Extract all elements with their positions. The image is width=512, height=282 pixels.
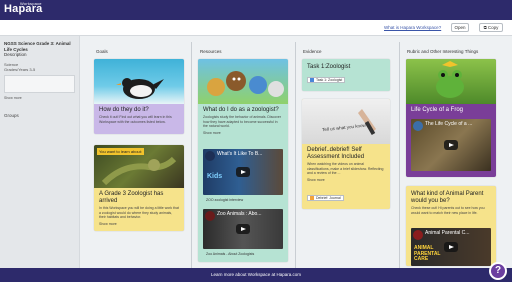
video-thumbnail[interactable]: Zoo Animals : Abo... [203,209,283,249]
copy-icon: ⧉ [483,25,487,30]
doc-attachment[interactable]: Debrief: Journal [307,195,344,201]
video-caption: ZOO zoologist interview [206,198,244,202]
play-button-icon[interactable] [444,242,458,252]
video-title: Zoo Animals : Abo... [217,211,262,217]
doc-attachment-label: Debrief: Journal [316,195,341,200]
copy-button[interactable]: ⧉ Copy [479,23,503,32]
show-more-link[interactable]: Show more [307,178,385,182]
rubric-card-frog[interactable]: Life Cycle of a Frog The Life Cycle of a… [406,59,496,177]
evidence-card-task1[interactable]: Task 1:Zoologist Task 1: Zoologist [302,59,390,91]
column-divider [399,42,400,268]
copy-label: Copy [487,25,499,30]
goal-card-title: How do they do it? [99,107,149,113]
channel-avatar [205,211,215,221]
channel-avatar [205,151,215,161]
video-title: What's It Like To B... [217,151,263,157]
column-title-rubric: Rubric and Other Interesting Things [407,49,479,54]
doc-icon [310,78,314,82]
video-title: Animal Parental C... [425,230,470,236]
show-more-link[interactable]: Show more [203,131,283,135]
what-is-workspace-link[interactable]: What is Hapara Workspace? [384,25,441,30]
workspace-sidebar: NGSS Science Grade 3: Animal Life Cycles… [0,36,80,268]
column-divider [191,42,192,268]
evidence-card-body: When watching the videos on animal class… [307,162,384,175]
rubric-card-body: Check these out! Hi parents out to see h… [411,206,485,215]
channel-avatar [413,121,423,131]
goal-card-body: In this Workspace you will be doing a li… [99,206,179,219]
play-button-icon[interactable] [236,167,250,177]
column-title-resources: Resources [200,49,222,54]
cartoon-animals-illustration [207,71,284,97]
grades-label: Grades/Years 3-5 [4,66,36,72]
hand-marker-illustration [358,109,376,136]
channel-avatar [413,230,423,240]
evidence-card-debrief[interactable]: Tell us what you know Debrief..debrief! … [302,99,390,209]
logo-sub: Workspace [20,1,42,6]
top-bar: Workspace Hapara [0,0,512,20]
column-title-goals: Goals [96,49,108,54]
rubric-card-title: Life Cycle of a Frog [411,107,464,113]
resource-card-body: Zoologists study the behavior of animals… [203,115,282,128]
video-caption: Zoo Animals - About Zoologists [206,252,255,256]
evidence-card-title: Task 1:Zoologist [307,64,351,70]
kids-badge: Kids [207,173,223,180]
goal-card-body: Check it out! Find out what you will lea… [99,115,172,124]
doc-icon [310,196,314,200]
open-label: Open [454,25,466,30]
column-divider [295,42,296,268]
task-attachment-label: Task 1: Zoologist [316,77,343,82]
penguin-image [94,59,184,104]
cartoon-animals-image [198,59,288,104]
open-button[interactable]: Open [451,23,469,32]
goal-card-title: A Grade 3 Zoologist has arrived [99,191,164,204]
play-button-icon[interactable] [236,224,250,234]
frog-image [406,59,496,104]
evidence-card-title: Debrief..debrief! Self Assessment Includ… [307,147,365,160]
learn-banner: You want to learn about: [97,148,144,155]
video-thumbnail[interactable]: What's It Like To B... Kids [203,149,283,195]
description-box [4,74,75,93]
workspace-toolbar: What is Hapara Workspace? Open ⧉ Copy [0,20,512,36]
video-thumbnail[interactable]: Animal Parental C... ANIMAL PARENTAL CAR… [411,228,491,266]
whiteboard-image: Tell us what you know [302,99,390,144]
show-more-link[interactable]: Show more [99,222,179,226]
workspace-title: NGSS Science Grade 3: Animal Life Cycles [4,41,71,52]
goal-card-zoologist[interactable]: You want to learn about: A Grade 3 Zoolo… [94,145,184,231]
resource-card-zoologist[interactable]: What do I do as a zoologist? Zoologists … [198,59,288,262]
video-title: The Life Cycle of a ... [425,121,473,127]
groups-label[interactable]: Groups [4,113,75,118]
resource-card-title: What do I do as a zoologist? [203,107,279,113]
frog-illustration [436,61,464,98]
play-button-icon[interactable] [444,140,458,150]
penguin-illustration [116,78,164,99]
parental-care-badge: ANIMAL PARENTAL CARE [414,245,441,262]
video-thumbnail[interactable]: The Life Cycle of a ... [411,119,491,171]
help-icon[interactable]: ? [489,262,507,280]
iguana-image: You want to learn about: [94,145,184,188]
description-label: Description [4,52,27,57]
rubric-card-title: What kind of Animal Parent would you be? [411,191,484,204]
rubric-card-parent[interactable]: What kind of Animal Parent would you be?… [406,186,496,266]
footer-text[interactable]: Learn more about Workspace at Hapara.com [0,272,512,277]
show-more-link[interactable]: Show more [4,96,75,100]
hapara-logo[interactable]: Workspace Hapara [4,1,43,15]
task-attachment[interactable]: Task 1: Zoologist [307,77,346,83]
goal-card-how[interactable]: How do they do it? Check it out! Find ou… [94,59,184,134]
footer-bar: Learn more about Workspace at Hapara.com [0,268,512,282]
column-title-evidence: Evidence [303,49,322,54]
